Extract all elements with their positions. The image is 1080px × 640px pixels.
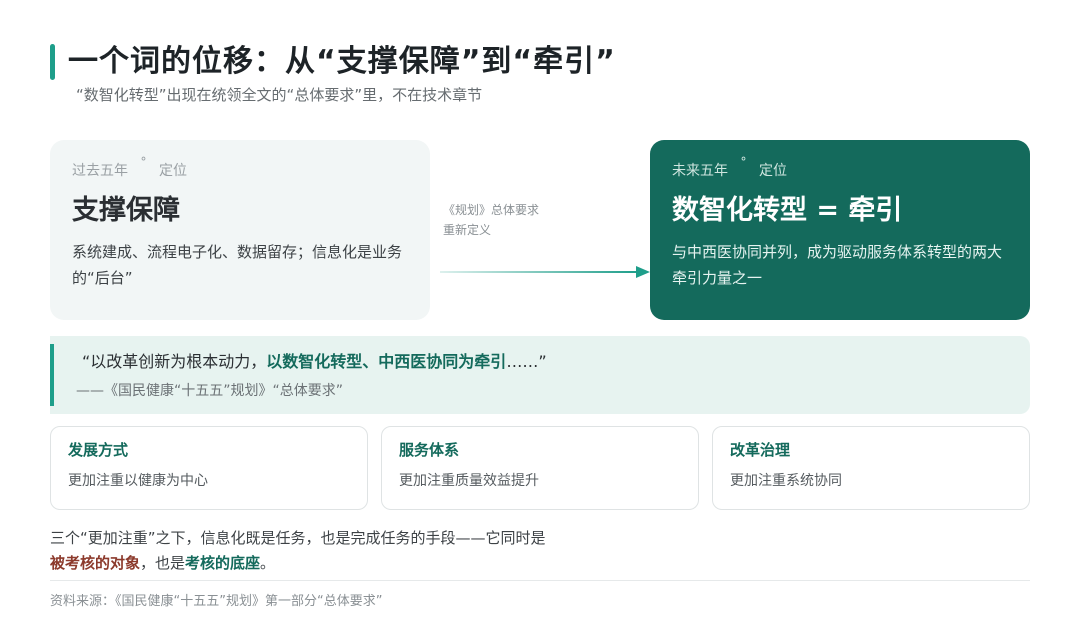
future-tag-period: 未来五年 [672, 163, 728, 179]
tag-separator: ˚ [740, 157, 747, 173]
page-title: 一个词的位移：从“支撑保障”到“牵引” [68, 44, 616, 79]
dimension-card-service: 服务体系 更加注重质量效益提升 [381, 426, 699, 510]
past-card-tag: 过去五年 ˚ 定位 [72, 157, 408, 180]
footer-divider [50, 580, 1030, 581]
transition-arrow-icon [440, 266, 650, 278]
conclusion-text: 三个“更加注重”之下，信息化既是任务，也是完成任务的手段——它同时是 被考核的对… [50, 526, 546, 576]
source-note: 资料来源：《国民健康“十五五”规划》第一部分“总体要求” [50, 594, 383, 609]
past-tag-period: 过去五年 [72, 163, 128, 179]
future-card-description: 与中西医协同并列，成为驱动服务体系转型的两大牵引力量之一 [672, 243, 1003, 287]
conclusion-line2: 被考核的对象，也是考核的底座。 [50, 551, 546, 576]
tag-separator: ˚ [140, 157, 147, 173]
transition-label-line1: 《规划》总体要求 [443, 203, 540, 217]
past-card-description: 系统建成、流程电子化、数据留存；信息化是业务的“后台” [72, 243, 403, 287]
dimension-description: 更加注重质量效益提升 [399, 473, 539, 489]
quote-open: “以改革创新为根本动力， [82, 352, 267, 371]
past-card-heading: 支撑保障 [72, 195, 180, 226]
dimension-title: 服务体系 [399, 441, 460, 459]
conclusion-line1: 三个“更加注重”之下，信息化既是任务，也是完成任务的手段——它同时是 [50, 529, 546, 547]
policy-quote-block: “以改革创新为根本动力，以数智化转型、中西医协同为牵引……” ——《国民健康“十… [50, 336, 1030, 414]
dimension-description: 更加注重系统协同 [730, 473, 842, 489]
conclusion-highlight-foundation: 考核的底座 [185, 554, 261, 572]
conclusion-end: 。 [260, 554, 276, 572]
future-tag-label: 定位 [759, 163, 787, 179]
quote-close: ……” [506, 352, 547, 371]
dimension-card-governance: 改革治理 更加注重系统协同 [712, 426, 1030, 510]
quote-text: “以改革创新为根本动力，以数智化转型、中西医协同为牵引……” [82, 348, 547, 372]
page-subtitle: “数智化转型”出现在统领全文的“总体要求”里，不在技术章节 [76, 86, 483, 104]
quote-accent-bar [50, 344, 54, 406]
dimension-title: 改革治理 [730, 441, 791, 459]
transition-label: 《规划》总体要求 重新定义 [443, 200, 539, 240]
quote-source: ——《国民健康“十五五”规划》“总体要求” [76, 383, 344, 399]
future-card-heading: 数智化转型 = 牵引 [672, 195, 903, 226]
past-positioning-card: 过去五年 ˚ 定位 支撑保障 系统建成、流程电子化、数据留存；信息化是业务的“后台” [50, 140, 430, 320]
conclusion-connector: ，也是 [140, 554, 186, 572]
dimension-description: 更加注重以健康为中心 [68, 473, 208, 489]
quote-emphasis: 以数智化转型、中西医协同为牵引 [266, 352, 507, 371]
future-card-tag: 未来五年 ˚ 定位 [672, 157, 1008, 180]
title-accent-bar [50, 44, 55, 80]
past-tag-label: 定位 [159, 163, 187, 179]
dimension-title: 发展方式 [68, 441, 129, 459]
conclusion-highlight-assessed: 被考核的对象 [50, 554, 141, 572]
dimension-card-development: 发展方式 更加注重以健康为中心 [50, 426, 368, 510]
future-positioning-card: 未来五年 ˚ 定位 数智化转型 = 牵引 与中西医协同并列，成为驱动服务体系转型的两… [650, 140, 1030, 320]
transition-label-line2: 重新定义 [443, 223, 492, 237]
